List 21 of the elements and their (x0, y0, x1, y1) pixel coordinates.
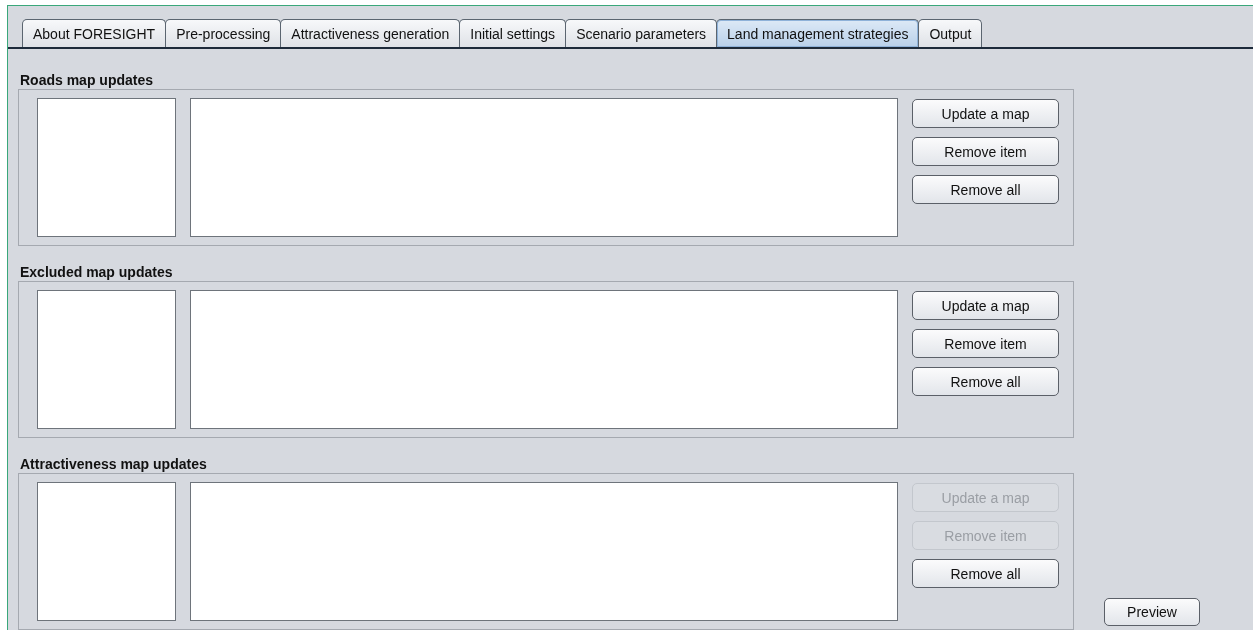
tab[interactable]: About FORESIGHT (22, 19, 167, 47)
tab[interactable]: Scenario parameters (565, 19, 718, 47)
tab[interactable]: Pre-processing (165, 19, 282, 47)
section-title: Attractiveness map updates (19, 455, 207, 473)
action-button[interactable]: Update a map (912, 99, 1059, 128)
tab[interactable]: Output (918, 19, 983, 47)
section-title: Roads map updates (19, 71, 154, 89)
list-box[interactable] (37, 98, 176, 237)
tab[interactable]: Initial settings (459, 19, 567, 47)
action-button[interactable]: Remove all (912, 559, 1059, 588)
action-button[interactable]: Remove item (912, 329, 1059, 358)
preview-button[interactable]: Preview (1104, 598, 1200, 626)
action-button[interactable]: Remove item (912, 137, 1059, 166)
action-button[interactable]: Update a map (912, 291, 1059, 320)
list-box[interactable] (37, 482, 176, 621)
list-box[interactable] (37, 290, 176, 429)
tab[interactable]: Attractiveness generation (280, 19, 461, 47)
action-button[interactable]: Remove all (912, 367, 1059, 396)
action-button[interactable]: Remove all (912, 175, 1059, 204)
tab[interactable]: Land management strategies (716, 19, 920, 47)
section-title: Excluded map updates (19, 263, 173, 281)
